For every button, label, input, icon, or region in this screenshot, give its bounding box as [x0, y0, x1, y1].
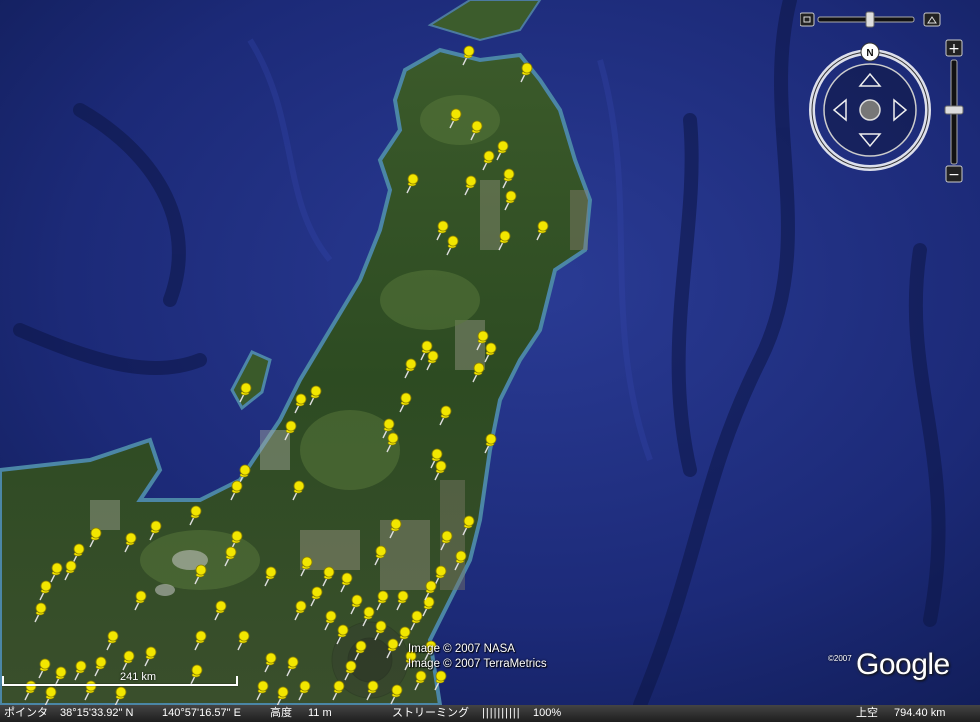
imagery-credits: Image © 2007 NASA Image © 2007 TerraMetr…: [408, 642, 547, 672]
zoom-in-label: +: [948, 41, 960, 57]
elevation-value: 11 m: [308, 707, 332, 719]
navigation-controls[interactable]: N + −: [799, 8, 976, 188]
pointer-latitude: 38°15'33.92" N: [60, 707, 134, 719]
pointer-longitude: 140°57'16.57" E: [162, 707, 241, 719]
compass-north-label: N: [866, 48, 873, 59]
elevation-label: 高度: [270, 707, 292, 719]
altitude-label: 上空: [856, 707, 878, 719]
zoom-slider-thumb[interactable]: [944, 105, 964, 115]
streaming-label: ストリーミング: [392, 707, 469, 719]
pointer-label: ポインタ: [4, 707, 48, 719]
zoom-out-label: −: [948, 167, 960, 183]
status-bar: ポインタ 38°15'33.92" N 140°57'16.57" E 高度 1…: [0, 705, 980, 722]
logo-copyright: ©2007: [828, 654, 852, 663]
scale-label: 241 km: [120, 671, 157, 683]
tilt-slider-thumb[interactable]: [865, 11, 875, 28]
logo-text: Google: [856, 648, 950, 681]
streaming-percent: 100%: [533, 707, 562, 719]
streaming-meter: ||||||||||: [482, 707, 521, 719]
credit-nasa: Image © 2007 NASA: [408, 643, 515, 655]
credit-terrametrics: Image © 2007 TerraMetrics: [408, 658, 547, 670]
altitude-value: 794.40 km: [894, 707, 946, 719]
tilt-up-icon[interactable]: [923, 12, 941, 27]
tilt-slider[interactable]: [799, 11, 941, 28]
tilt-flat-icon[interactable]: [799, 12, 815, 27]
zoom-slider-icon[interactable]: + −: [944, 39, 964, 183]
scale-bar: 241 km: [2, 671, 238, 686]
